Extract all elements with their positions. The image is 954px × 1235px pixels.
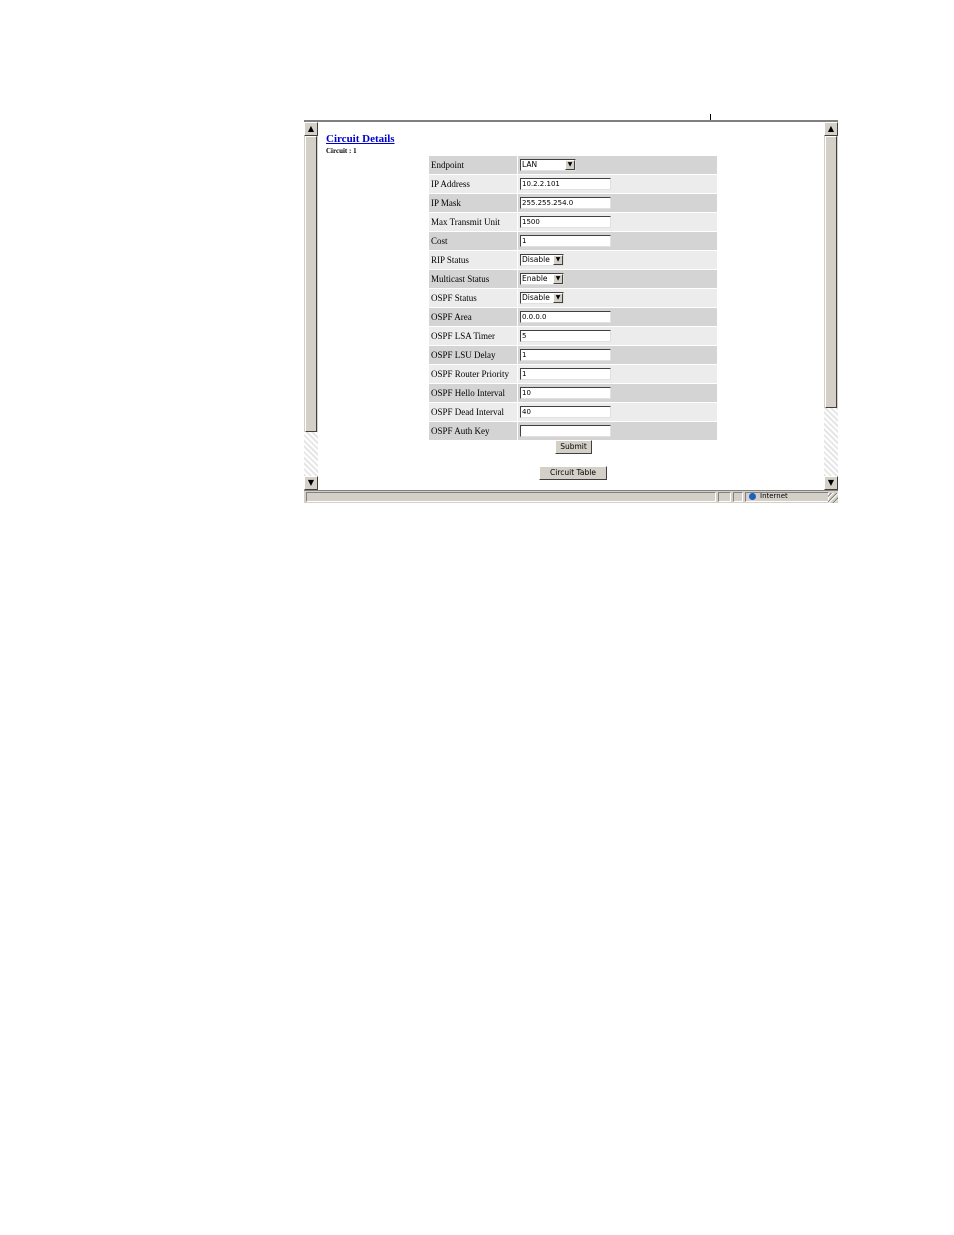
- multicast-status-select[interactable]: Enable ▼: [520, 273, 564, 285]
- globe-icon: [749, 493, 756, 500]
- page-title[interactable]: Circuit Details: [326, 133, 395, 145]
- mtu-input[interactable]: 1500: [520, 216, 611, 228]
- ospf-lsa-timer-label: OSPF LSA Timer: [429, 326, 518, 346]
- status-pane: [718, 492, 731, 502]
- multicast-status-value: Enable: [522, 274, 548, 283]
- ospf-router-priority-label: OSPF Router Priority: [429, 364, 518, 384]
- cost-input[interactable]: 1: [520, 235, 611, 247]
- scroll-up-icon[interactable]: ▲: [304, 122, 318, 136]
- resize-grip-icon[interactable]: [828, 493, 838, 503]
- ospf-lsa-timer-input[interactable]: 5: [520, 330, 611, 342]
- ospf-status-select[interactable]: Disable ▼: [520, 292, 564, 304]
- chevron-down-icon[interactable]: ▼: [565, 160, 575, 170]
- endpoint-select[interactable]: LAN ▼: [520, 159, 576, 171]
- left-scrollbar[interactable]: ▲ ▼: [304, 122, 318, 490]
- row-ospf-router-priority: OSPF Router Priority 1: [429, 364, 717, 384]
- rip-status-label: RIP Status: [429, 250, 518, 270]
- row-ospf-dead-interval: OSPF Dead Interval 40: [429, 402, 717, 422]
- chevron-down-icon[interactable]: ▼: [553, 255, 563, 265]
- ospf-dead-interval-label: OSPF Dead Interval: [429, 402, 518, 422]
- circuit-form-table: Endpoint LAN ▼ IP Address 10.2.2.101 IP M…: [429, 156, 717, 441]
- ip-address-label: IP Address: [429, 174, 518, 194]
- rip-status-select[interactable]: Disable ▼: [520, 254, 564, 266]
- ospf-auth-key-input[interactable]: [520, 425, 611, 437]
- scroll-track[interactable]: [824, 408, 838, 476]
- ospf-hello-interval-input[interactable]: 10: [520, 387, 611, 399]
- row-ospf-lsa-timer: OSPF LSA Timer 5: [429, 326, 717, 346]
- row-rip-status: RIP Status Disable ▼: [429, 250, 717, 270]
- multicast-status-label: Multicast Status: [429, 269, 518, 289]
- scroll-track[interactable]: [304, 432, 318, 476]
- ip-mask-input[interactable]: 255.255.254.0: [520, 197, 611, 209]
- ospf-hello-interval-label: OSPF Hello Interval: [429, 383, 518, 403]
- chevron-down-icon[interactable]: ▼: [553, 274, 563, 284]
- status-bar: Internet: [304, 490, 838, 503]
- status-text-pane: [306, 492, 716, 502]
- row-multicast-status: Multicast Status Enable ▼: [429, 269, 717, 289]
- row-cost: Cost 1: [429, 231, 717, 251]
- browser-window: ▲ ▼ Circuit Details Circuit : 1 Endpoint…: [304, 120, 838, 503]
- scroll-down-icon[interactable]: ▼: [304, 476, 318, 490]
- ospf-router-priority-input[interactable]: 1: [520, 368, 611, 380]
- row-ip-mask: IP Mask 255.255.254.0: [429, 193, 717, 213]
- row-ospf-lsu-delay: OSPF LSU Delay 1: [429, 345, 717, 365]
- submit-button[interactable]: Submit: [555, 440, 592, 454]
- row-ip-address: IP Address 10.2.2.101: [429, 174, 717, 194]
- row-ospf-area: OSPF Area 0.0.0.0: [429, 307, 717, 327]
- row-endpoint: Endpoint LAN ▼: [429, 156, 717, 175]
- ospf-status-label: OSPF Status: [429, 288, 518, 308]
- mtu-label: Max Transmit Unit: [429, 212, 518, 232]
- chevron-down-icon[interactable]: ▼: [553, 293, 563, 303]
- ospf-area-input[interactable]: 0.0.0.0: [520, 311, 611, 323]
- ospf-lsu-delay-input[interactable]: 1: [520, 349, 611, 361]
- scroll-up-icon[interactable]: ▲: [824, 122, 838, 136]
- ip-mask-label: IP Mask: [429, 193, 518, 213]
- zone-label: Internet: [760, 492, 788, 500]
- ospf-auth-key-label: OSPF Auth Key: [429, 421, 518, 441]
- cost-label: Cost: [429, 231, 518, 251]
- scroll-thumb[interactable]: [825, 136, 837, 408]
- ospf-lsu-delay-label: OSPF LSU Delay: [429, 345, 518, 365]
- ospf-area-label: OSPF Area: [429, 307, 518, 327]
- row-ospf-status: OSPF Status Disable ▼: [429, 288, 717, 308]
- circuit-id-label: Circuit : 1: [326, 147, 357, 155]
- status-pane: [733, 492, 743, 502]
- ip-address-input[interactable]: 10.2.2.101: [520, 178, 611, 190]
- scroll-thumb[interactable]: [305, 136, 317, 432]
- page-content: ▲ ▼ Circuit Details Circuit : 1 Endpoint…: [304, 122, 838, 490]
- rip-status-value: Disable: [522, 255, 550, 264]
- circuit-table-button[interactable]: Circuit Table: [539, 466, 607, 480]
- ospf-status-value: Disable: [522, 293, 550, 302]
- scroll-down-icon[interactable]: ▼: [824, 476, 838, 490]
- row-ospf-hello-interval: OSPF Hello Interval 10: [429, 383, 717, 403]
- ospf-dead-interval-input[interactable]: 40: [520, 406, 611, 418]
- endpoint-value: LAN: [522, 160, 538, 169]
- endpoint-label: Endpoint: [429, 156, 518, 175]
- right-scrollbar[interactable]: ▲ ▼: [824, 122, 838, 490]
- row-mtu: Max Transmit Unit 1500: [429, 212, 717, 232]
- row-ospf-auth-key: OSPF Auth Key: [429, 421, 717, 441]
